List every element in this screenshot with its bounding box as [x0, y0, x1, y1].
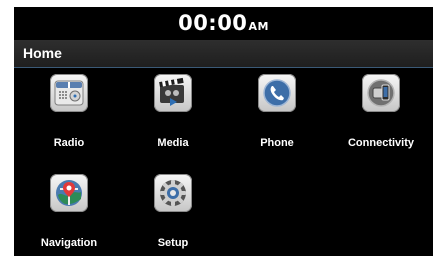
app-label: Media	[157, 137, 189, 149]
clock[interactable]: 00:00AM	[14, 11, 433, 35]
title-bar: Home	[14, 40, 433, 68]
status-bar: 00:00AM	[14, 7, 433, 40]
app-label: Radio	[53, 137, 85, 149]
app-navigation[interactable]: Navigation	[24, 174, 114, 256]
app-label: Setup	[157, 237, 189, 249]
app-setup[interactable]: Setup	[128, 174, 218, 256]
app-label: Navigation	[40, 237, 98, 249]
app-radio[interactable]: Radio	[24, 74, 114, 164]
connectivity-icon	[362, 74, 400, 112]
app-phone[interactable]: Phone	[232, 74, 322, 164]
navigation-icon	[50, 174, 88, 212]
clock-ampm: AM	[248, 20, 269, 33]
home-screen: 00:00AM Home Radio Media Phone Connectiv…	[14, 7, 433, 256]
media-icon	[154, 74, 192, 112]
app-label: Phone	[260, 137, 294, 149]
radio-icon	[50, 74, 88, 112]
phone-icon	[258, 74, 296, 112]
clock-time: 00:00	[178, 11, 248, 35]
app-label: Connectivity	[347, 137, 414, 149]
app-media[interactable]: Media	[128, 74, 218, 164]
page-title: Home	[23, 45, 62, 61]
setup-icon	[154, 174, 192, 212]
app-connectivity[interactable]: Connectivity	[336, 74, 426, 164]
